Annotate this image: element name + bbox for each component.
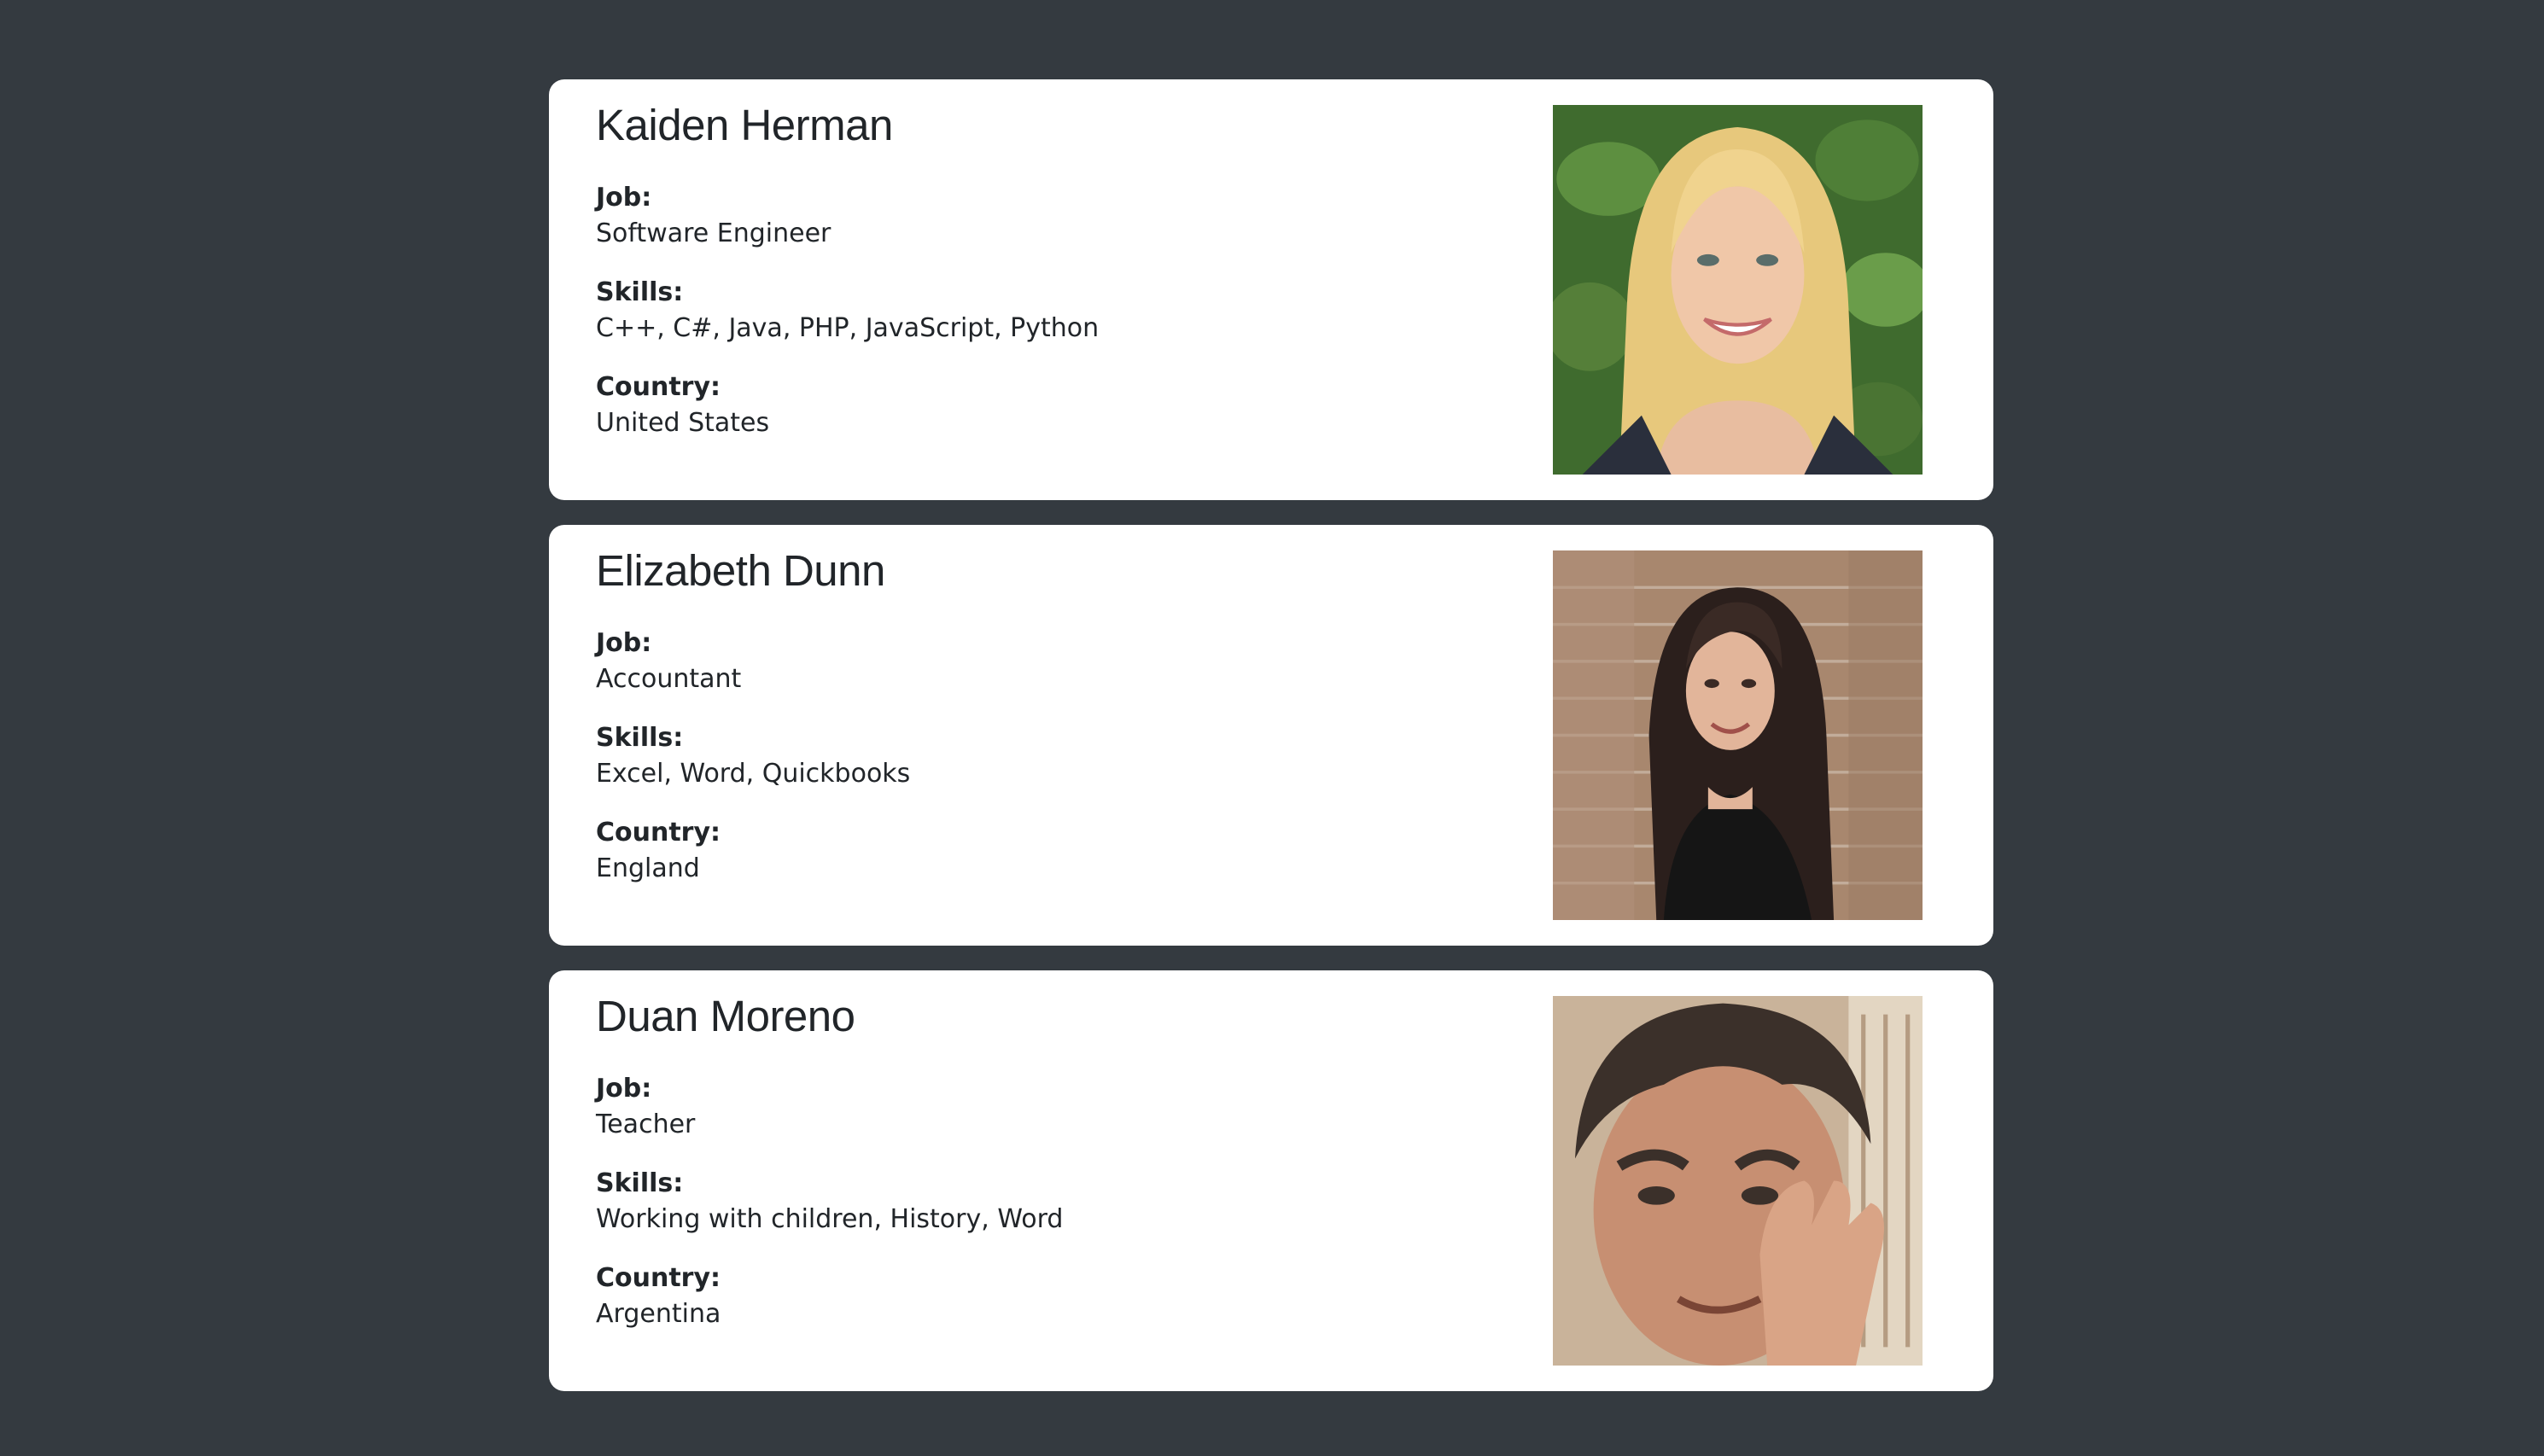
profile-card: Duan Moreno Job: Teacher Skills: Working… [549, 970, 1993, 1391]
profile-card: Elizabeth Dunn Job: Accountant Skills: E… [549, 525, 1993, 946]
profile-photo [1553, 996, 1923, 1366]
profile-photo [1553, 550, 1923, 920]
portrait-blonde-woman-icon [1553, 105, 1923, 475]
profile-card-list: Kaiden Herman Job: Software Engineer Ski… [549, 79, 1993, 1416]
profile-photo [1553, 105, 1923, 475]
portrait-man-waving-icon [1553, 996, 1923, 1366]
profile-card: Kaiden Herman Job: Software Engineer Ski… [549, 79, 1993, 500]
portrait-dark-haired-woman-icon [1553, 550, 1923, 920]
